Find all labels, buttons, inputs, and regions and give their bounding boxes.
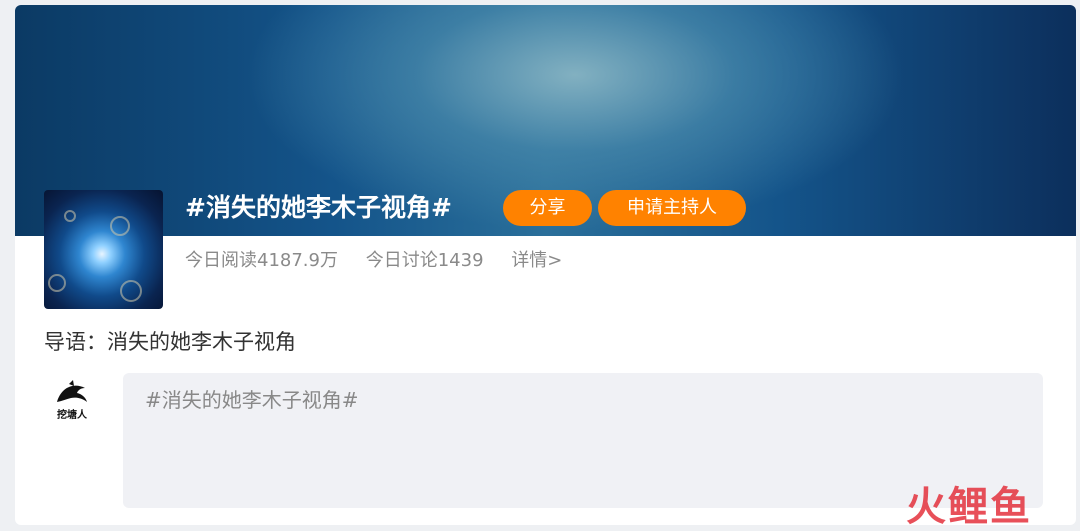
topic-title: #消失的她李木子视角# <box>185 193 452 222</box>
topic-stats: 今日阅读4187.9万 今日讨论1439 详情> <box>185 248 562 274</box>
cover-sparkle-icon <box>110 216 130 236</box>
post-composer[interactable]: #消失的她李木子视角# <box>123 373 1043 508</box>
watermark-logo: 火鲤鱼 <box>906 484 1032 530</box>
dolphin-logo-icon <box>57 380 87 402</box>
user-avatar[interactable]: 挖塘人 <box>51 380 93 422</box>
details-link[interactable]: 详情> <box>511 248 562 274</box>
topic-cover-image[interactable] <box>44 190 163 309</box>
composer-text[interactable]: #消失的她李木子视角# <box>145 385 359 415</box>
share-button[interactable]: 分享 <box>503 190 592 226</box>
cover-sparkle-icon <box>48 274 66 292</box>
avatar-label: 挖塘人 <box>57 410 87 421</box>
topic-card: #消失的她李木子视角# 分享 申请主持人 今日阅读4187.9万 今日讨论143… <box>15 5 1076 525</box>
cover-sparkle-icon <box>64 210 76 222</box>
cover-sparkle-icon <box>120 280 142 302</box>
today-discussions: 今日讨论1439 <box>365 250 484 271</box>
topic-intro: 导语：消失的她李木子视角 <box>44 330 296 354</box>
apply-host-button[interactable]: 申请主持人 <box>598 190 746 226</box>
today-reads: 今日阅读4187.9万 <box>185 250 338 271</box>
